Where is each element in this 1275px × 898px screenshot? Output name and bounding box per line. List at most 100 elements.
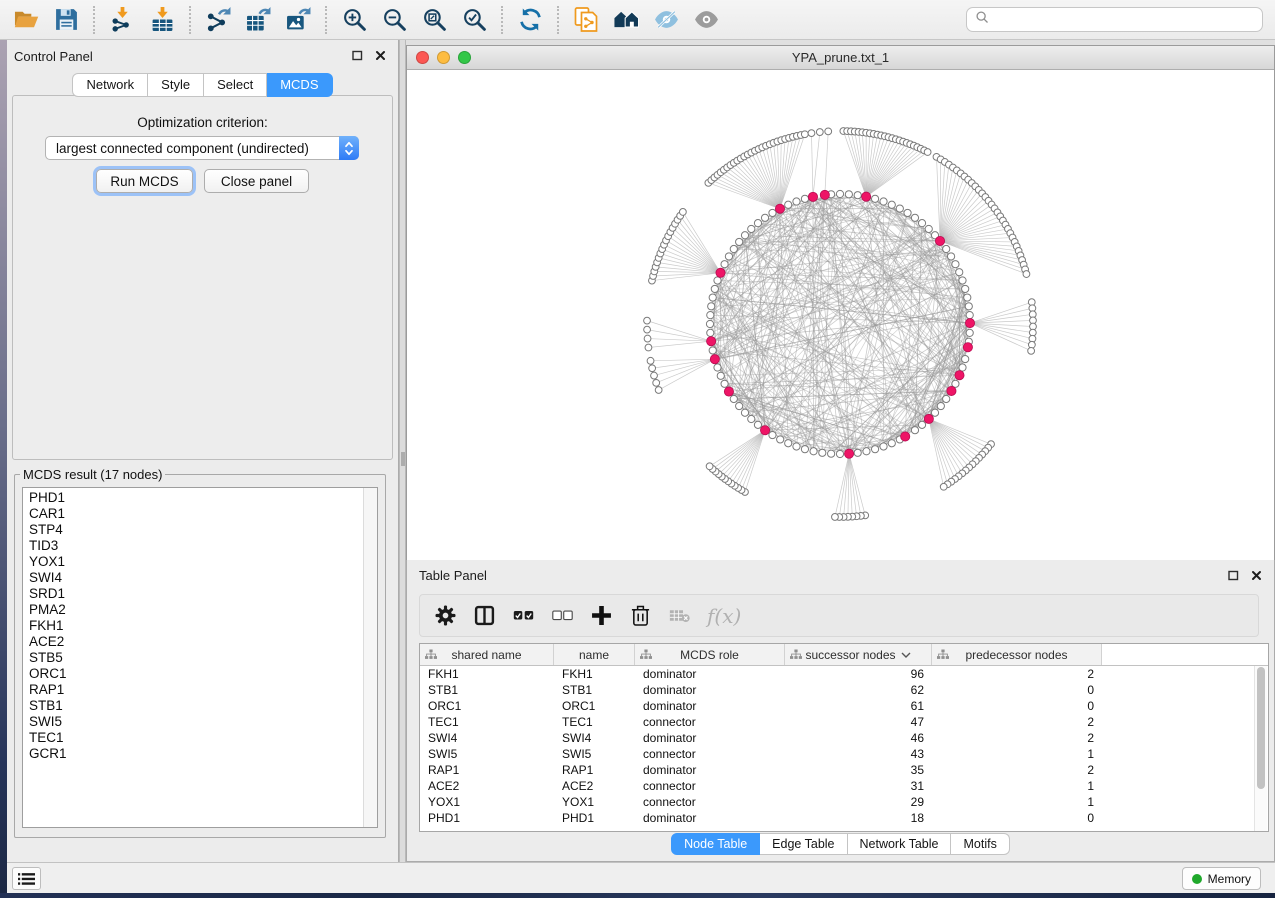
zoom-selected-button[interactable] — [457, 4, 491, 36]
mcds-result-item[interactable]: STB5 — [23, 650, 363, 666]
export-network-button[interactable] — [201, 4, 235, 36]
open-file-button[interactable] — [9, 4, 43, 36]
mcds-result-item[interactable]: CAR1 — [23, 506, 363, 522]
network-canvas[interactable] — [407, 70, 1274, 560]
graph-hub-node[interactable] — [862, 192, 871, 201]
graph-node[interactable] — [965, 303, 972, 310]
graph-node[interactable] — [1028, 347, 1035, 354]
graph-node[interactable] — [937, 402, 944, 409]
search-box[interactable] — [966, 7, 1263, 32]
graph-hub-node[interactable] — [716, 268, 725, 277]
graph-node[interactable] — [644, 335, 651, 342]
graph-node[interactable] — [947, 253, 954, 260]
graph-node[interactable] — [645, 344, 652, 351]
mcds-result-listbox[interactable]: PHD1CAR1STP4TID3YOX1SWI4SRD1PMA2FKH1ACE2… — [22, 487, 378, 828]
graph-node[interactable] — [940, 483, 947, 490]
graph-node[interactable] — [736, 402, 743, 409]
graph-node[interactable] — [717, 372, 724, 379]
graph-node[interactable] — [959, 364, 966, 371]
graph-node[interactable] — [711, 285, 718, 292]
tab-node-table[interactable]: Node Table — [671, 833, 760, 855]
minimize-window-button[interactable] — [437, 51, 450, 64]
graph-node[interactable] — [943, 245, 950, 252]
graph-node[interactable] — [801, 195, 808, 202]
graph-node[interactable] — [730, 245, 737, 252]
graph-node[interactable] — [709, 347, 716, 354]
mcds-result-item[interactable]: SWI4 — [23, 570, 363, 586]
hide-selected-button[interactable] — [649, 4, 683, 36]
table-row[interactable]: STB1STB1dominator620 — [420, 682, 1268, 698]
graph-node[interactable] — [741, 232, 748, 239]
graph-hub-node[interactable] — [710, 355, 719, 364]
table-settings-button[interactable] — [434, 605, 456, 626]
graph-node[interactable] — [810, 448, 817, 455]
zoom-in-button[interactable] — [337, 4, 371, 36]
memory-button[interactable]: Memory — [1182, 867, 1261, 890]
mcds-result-item[interactable]: STB1 — [23, 698, 363, 714]
mcds-result-item[interactable]: YOX1 — [23, 554, 363, 570]
graph-hub-node[interactable] — [707, 337, 716, 346]
graph-node[interactable] — [748, 225, 755, 232]
graph-node[interactable] — [725, 253, 732, 260]
panel-splitter[interactable] — [399, 40, 406, 862]
clear-all-checks-button[interactable] — [551, 605, 573, 626]
close-panel-icon[interactable] — [375, 50, 386, 61]
tab-select[interactable]: Select — [204, 73, 267, 97]
graph-node[interactable] — [828, 450, 835, 457]
select-all-checks-button[interactable] — [512, 605, 534, 626]
graph-node[interactable] — [896, 205, 903, 212]
table-row[interactable]: SWI4SWI4dominator462 — [420, 730, 1268, 746]
graph-node[interactable] — [962, 285, 969, 292]
clone-network-button[interactable] — [569, 4, 603, 36]
graph-node[interactable] — [785, 201, 792, 208]
graph-node[interactable] — [709, 294, 716, 301]
close-panel-icon[interactable] — [1251, 570, 1262, 581]
column-header-name[interactable]: name — [554, 644, 635, 665]
graph-node[interactable] — [911, 427, 918, 434]
graph-node[interactable] — [964, 294, 971, 301]
import-network-button[interactable] — [105, 4, 139, 36]
table-row[interactable]: FKH1FKH1dominator962 — [420, 666, 1268, 682]
show-all-button[interactable] — [689, 4, 723, 36]
graph-node[interactable] — [816, 129, 823, 136]
export-image-button[interactable] — [281, 4, 315, 36]
mcds-result-item[interactable]: ORC1 — [23, 666, 363, 682]
zoom-out-button[interactable] — [377, 4, 411, 36]
graph-node[interactable] — [801, 446, 808, 453]
graph-node[interactable] — [1023, 271, 1030, 278]
graph-node[interactable] — [707, 329, 714, 336]
graph-node[interactable] — [644, 326, 651, 333]
table-row[interactable]: YOX1YOX1connector291 — [420, 794, 1268, 810]
graph-node[interactable] — [888, 440, 895, 447]
graph-node[interactable] — [708, 303, 715, 310]
graph-node[interactable] — [911, 214, 918, 221]
graph-node[interactable] — [924, 149, 931, 156]
graph-node[interactable] — [651, 372, 658, 379]
graph-node[interactable] — [647, 357, 654, 364]
graph-node[interactable] — [785, 440, 792, 447]
mcds-result-item[interactable]: TEC1 — [23, 730, 363, 746]
graph-node[interactable] — [871, 195, 878, 202]
graph-node[interactable] — [966, 312, 973, 319]
graph-hub-node[interactable] — [924, 414, 933, 423]
graph-node[interactable] — [931, 409, 938, 416]
float-panel-icon[interactable] — [352, 50, 363, 61]
graph-hub-node[interactable] — [955, 371, 964, 380]
graph-node[interactable] — [825, 128, 832, 135]
graph-node[interactable] — [925, 225, 932, 232]
graph-node[interactable] — [736, 238, 743, 245]
graph-node[interactable] — [707, 312, 714, 319]
mcds-result-item[interactable]: PMA2 — [23, 602, 363, 618]
graph-hub-node[interactable] — [844, 449, 853, 458]
graph-hub-node[interactable] — [901, 432, 910, 441]
column-header-predecessor-nodes[interactable]: predecessor nodes — [932, 644, 1102, 665]
graph-node[interactable] — [943, 395, 950, 402]
graph-node[interactable] — [730, 395, 737, 402]
column-header-successor-nodes[interactable]: successor nodes — [785, 644, 932, 665]
graph-node[interactable] — [714, 277, 721, 284]
graph-node[interactable] — [819, 449, 826, 456]
graph-hub-node[interactable] — [760, 426, 769, 435]
table-row[interactable]: TEC1TEC1connector472 — [420, 714, 1268, 730]
graph-node[interactable] — [793, 443, 800, 450]
search-input[interactable] — [995, 11, 1254, 28]
